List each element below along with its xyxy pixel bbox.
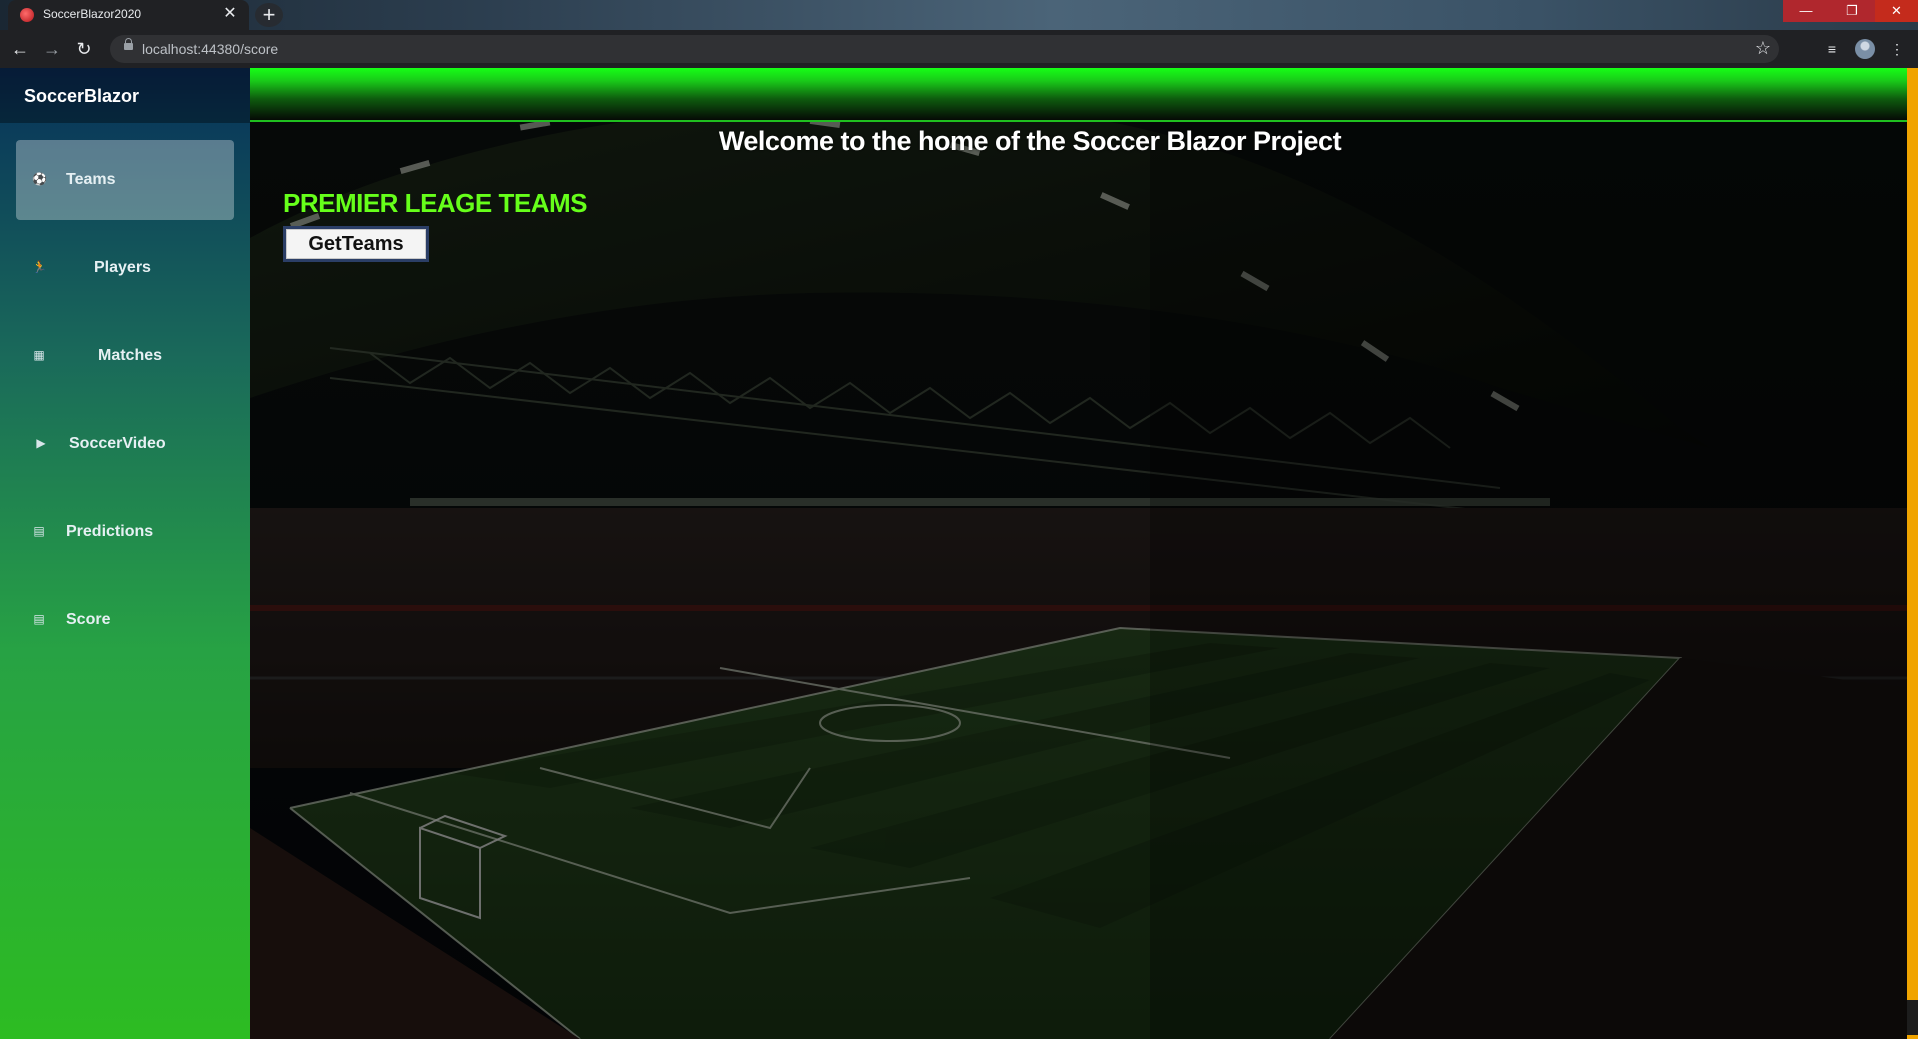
page-title: Welcome to the home of the Soccer Blazor… [718,126,1342,156]
restore-button[interactable]: ❐ [1829,0,1875,22]
new-tab-button[interactable]: + [255,3,283,27]
sidebar-item-matches[interactable]: ▦ Matches [16,316,234,396]
close-tab-icon[interactable]: ✕ [221,5,239,23]
tab-title: SoccerBlazor2020 [43,7,142,21]
forward-icon[interactable]: → [40,37,64,61]
minimize-button[interactable]: — [1783,0,1829,22]
reload-icon[interactable]: ↻ [72,37,96,61]
back-icon[interactable]: ← [8,37,32,61]
section-heading: PREMIER LEAGE TEAMS [283,188,587,218]
app-root: SoccerBlazor ⚽ Teams 🏃 Players ▦ Matches… [0,68,1918,1039]
sidebar-item-score[interactable]: ▤ Score [16,580,234,660]
page-scrollbar[interactable] [1907,68,1918,1039]
sidebar-item-label: Teams [66,171,116,188]
sidebar-item-label: Score [66,611,111,628]
brand-header[interactable]: SoccerBlazor [0,68,250,123]
video-camera-icon: ▶ [36,436,46,450]
brand-title[interactable]: SoccerBlazor [24,86,139,107]
get-teams-button[interactable]: GetTeams [283,226,429,262]
profile-avatar-icon[interactable] [1855,39,1875,59]
lock-icon[interactable] [124,38,133,50]
sidebar-item-predictions[interactable]: ▤ Predictions [16,492,234,572]
sidebar-item-soccervideo[interactable]: ▶ SoccerVideo [16,404,234,484]
scrollbar-thumb[interactable] [1907,1000,1918,1035]
close-window-button[interactable]: ✕ [1875,0,1918,22]
main-content: Welcome to the home of the Soccer Blazor… [250,68,1907,1039]
sidebar-item-label: SoccerVideo [69,435,166,452]
browser-toolbar: ← → ↻ localhost:44380/score ☆ ≡ ⋮ [0,30,1918,68]
sidebar-item-players[interactable]: 🏃 Players [16,228,234,308]
chrome-menu-icon[interactable]: ⋮ [1887,39,1907,59]
media-control-icon[interactable]: ≡ [1822,39,1842,59]
running-player-icon: 🏃 [32,260,47,274]
address-bar[interactable]: localhost:44380/score ☆ [110,35,1779,63]
soccer-ball-icon: ⚽ [32,172,47,186]
browser-tab[interactable]: SoccerBlazor2020 ✕ [8,0,249,30]
sidebar-item-label: Predictions [66,523,154,540]
url-text[interactable]: localhost:44380/score [142,41,278,57]
sidebar-item-teams[interactable]: ⚽ Teams [16,140,234,220]
browser-titlebar: SoccerBlazor2020 ✕ + — ❐ ✕ [0,0,1918,30]
document-icon: ▤ [33,524,45,538]
bookmark-star-icon[interactable]: ☆ [1755,38,1771,59]
top-header-bar [250,68,1907,122]
stadium-icon: ▦ [33,348,45,362]
document-icon: ▤ [33,612,45,626]
sidebar-item-label: Players [94,259,151,276]
sidebar: SoccerBlazor ⚽ Teams 🏃 Players ▦ Matches… [0,68,250,1039]
favicon-icon [20,8,34,22]
sidebar-item-label: Matches [98,347,163,364]
